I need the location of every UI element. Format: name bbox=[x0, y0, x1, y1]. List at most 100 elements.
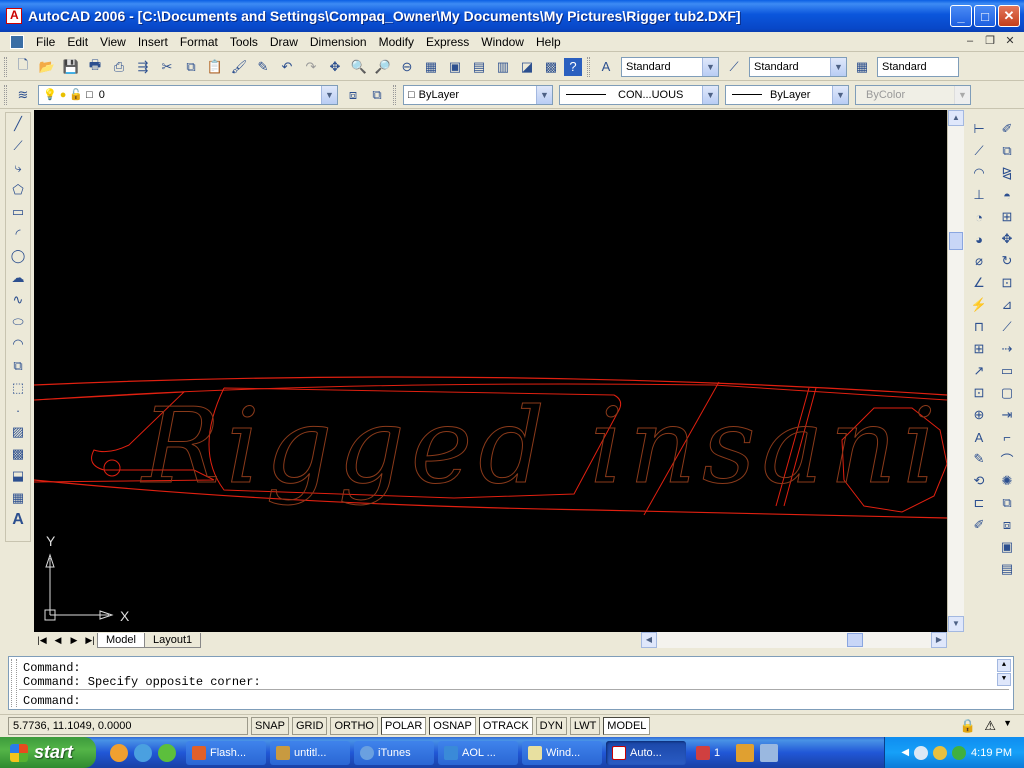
save-icon[interactable]: 💾 bbox=[60, 56, 82, 78]
polar-toggle[interactable]: POLAR bbox=[381, 716, 427, 735]
break-icon[interactable]: ▢ bbox=[997, 383, 1017, 403]
firefox-icon[interactable] bbox=[110, 743, 128, 762]
make-layer-current-icon[interactable]: ⧈ bbox=[342, 84, 364, 106]
scroll-left-button[interactable]: ◀ bbox=[641, 632, 657, 648]
task-untitled[interactable]: untitl... bbox=[270, 740, 350, 765]
draworder-under-icon[interactable]: ▤ bbox=[997, 559, 1017, 579]
radius-dimension-icon[interactable]: ◔ bbox=[969, 207, 989, 227]
continue-dimension-icon[interactable]: ⊞ bbox=[969, 339, 989, 359]
aim-icon[interactable] bbox=[134, 743, 152, 762]
angular-dimension-icon[interactable]: ∠ bbox=[969, 273, 989, 293]
menu-draw[interactable]: Draw bbox=[264, 35, 304, 49]
zoom-previous-icon[interactable]: ⊖ bbox=[396, 56, 418, 78]
chamfer-icon[interactable]: ⌐ bbox=[997, 427, 1017, 447]
properties-icon[interactable]: ▦ bbox=[420, 56, 442, 78]
next-tab-icon[interactable]: ▶ bbox=[66, 633, 82, 647]
color-select[interactable]: □ ByLayer ▼ bbox=[403, 84, 553, 105]
make-block-icon[interactable]: ⬚ bbox=[8, 378, 28, 398]
menu-edit[interactable]: Edit bbox=[61, 35, 94, 49]
ellipse-icon[interactable]: ⬭ bbox=[8, 312, 28, 332]
zoom-window-icon[interactable]: 🔎 bbox=[372, 56, 394, 78]
lwt-toggle[interactable]: LWT bbox=[569, 716, 601, 735]
polyline-icon[interactable]: ⤷ bbox=[8, 158, 28, 178]
chevron-down-icon[interactable]: ▼ bbox=[832, 85, 848, 104]
hatch-icon[interactable]: ▨ bbox=[8, 422, 28, 442]
help-icon[interactable]: ? bbox=[564, 57, 582, 76]
new-icon[interactable]: 🗋 bbox=[12, 56, 34, 78]
quick-leader-icon[interactable]: ↗ bbox=[969, 361, 989, 381]
horizontal-scrollbar[interactable]: ◀ ▶ bbox=[641, 632, 947, 648]
pan-icon[interactable]: ✥ bbox=[324, 56, 346, 78]
break-at-point-icon[interactable]: ▭ bbox=[997, 361, 1017, 381]
menu-help[interactable]: Help bbox=[530, 35, 567, 49]
doc-restore-button[interactable]: ❐ bbox=[982, 34, 998, 48]
redo-icon[interactable]: ↷ bbox=[300, 56, 322, 78]
cut-icon[interactable]: ✂ bbox=[156, 56, 178, 78]
communication-center-icon[interactable]: ⚠ bbox=[984, 718, 996, 734]
spline-icon[interactable]: ∿ bbox=[8, 290, 28, 310]
scroll-up-button[interactable]: ▲ bbox=[997, 659, 1011, 672]
grid-toggle[interactable]: GRID bbox=[291, 716, 328, 735]
arc-icon[interactable]: ◜ bbox=[8, 224, 28, 244]
scroll-down-button[interactable]: ▼ bbox=[997, 673, 1011, 686]
drawing-viewport[interactable]: Rigged insanity Y X bbox=[34, 110, 947, 632]
lineweight-select[interactable]: ByLayer ▼ bbox=[725, 84, 849, 105]
markup-icon[interactable]: ◪ bbox=[516, 56, 538, 78]
table-style-select[interactable]: Standard bbox=[877, 56, 959, 77]
menu-dimension[interactable]: Dimension bbox=[304, 35, 373, 49]
rotate-icon[interactable]: ↻ bbox=[997, 251, 1017, 271]
prev-tab-icon[interactable]: ◀ bbox=[50, 633, 66, 647]
table-style-icon[interactable]: ▦ bbox=[851, 56, 873, 78]
osnap-toggle[interactable]: OSNAP bbox=[429, 716, 476, 735]
scroll-right-button[interactable]: ▶ bbox=[931, 632, 947, 648]
snap-toggle[interactable]: SNAP bbox=[251, 716, 289, 735]
chevron-down-icon[interactable]: ▼ bbox=[702, 85, 718, 104]
task-autocad[interactable]: Auto... bbox=[606, 740, 686, 765]
chevron-down-icon[interactable]: ▼ bbox=[536, 85, 552, 104]
chevron-left-icon[interactable]: ◀ bbox=[901, 747, 909, 758]
task-windows[interactable]: Wind... bbox=[522, 740, 602, 765]
table-icon[interactable]: ▦ bbox=[8, 488, 28, 508]
dyn-toggle[interactable]: DYN bbox=[535, 716, 567, 735]
scale-icon[interactable]: ⊡ bbox=[997, 273, 1017, 293]
chevron-down-icon[interactable]: ▼ bbox=[830, 57, 846, 76]
copy-icon[interactable]: ⧉ bbox=[180, 56, 202, 78]
command-window-grip[interactable] bbox=[11, 659, 17, 707]
explode-icon[interactable]: ✺ bbox=[997, 471, 1017, 491]
menu-modify[interactable]: Modify bbox=[373, 35, 420, 49]
point-icon[interactable]: · bbox=[8, 400, 28, 420]
task-itunes[interactable]: iTunes bbox=[354, 740, 434, 765]
layer-manager-icon[interactable]: ≋ bbox=[12, 84, 34, 106]
task-aol[interactable]: AOL ... bbox=[438, 740, 518, 765]
aligned-dimension-icon[interactable]: ⟋ bbox=[969, 141, 989, 161]
tolerance-icon[interactable]: ⊡ bbox=[969, 383, 989, 403]
open-icon[interactable]: 📂 bbox=[36, 56, 58, 78]
trim-icon[interactable]: ⟋ bbox=[997, 317, 1017, 337]
document-icon[interactable] bbox=[10, 34, 24, 49]
block-editor-icon[interactable]: ✎ bbox=[252, 56, 274, 78]
command-window[interactable]: Command: Command: Specify opposite corne… bbox=[8, 656, 1014, 710]
ellipse-arc-icon[interactable]: ◠ bbox=[8, 334, 28, 354]
draworder-above-icon[interactable]: ▣ bbox=[997, 537, 1017, 557]
dimension-style-icon[interactable]: ⊏ bbox=[969, 493, 989, 513]
copy-object-icon[interactable]: ⧉ bbox=[997, 141, 1017, 161]
close-button[interactable]: ✕ bbox=[998, 5, 1020, 27]
dim-style-icon[interactable]: ⟋ bbox=[723, 56, 745, 78]
drawing-area[interactable]: Rigged insanity Y X bbox=[34, 110, 947, 632]
dimension-text-edit-icon[interactable]: ✎ bbox=[969, 449, 989, 469]
extend-icon[interactable]: ⇢ bbox=[997, 339, 1017, 359]
menu-insert[interactable]: Insert bbox=[132, 35, 174, 49]
baseline-dimension-icon[interactable]: ⊓ bbox=[969, 317, 989, 337]
move-icon[interactable]: ✥ bbox=[997, 229, 1017, 249]
rectangle-icon[interactable]: ▭ bbox=[8, 202, 28, 222]
doc-minimize-button[interactable]: – bbox=[962, 34, 978, 48]
doc-close-button[interactable]: ✕ bbox=[1002, 34, 1018, 48]
menu-format[interactable]: Format bbox=[174, 35, 224, 49]
menu-tools[interactable]: Tools bbox=[224, 35, 264, 49]
revision-cloud-icon[interactable]: ☁ bbox=[8, 268, 28, 288]
undo-icon[interactable]: ↶ bbox=[276, 56, 298, 78]
maximize-button[interactable]: □ bbox=[974, 5, 996, 27]
chevron-down-icon[interactable]: ▼ bbox=[702, 57, 718, 76]
gradient-icon[interactable]: ▩ bbox=[8, 444, 28, 464]
dim-style-select[interactable]: Standard ▼ bbox=[749, 56, 847, 77]
